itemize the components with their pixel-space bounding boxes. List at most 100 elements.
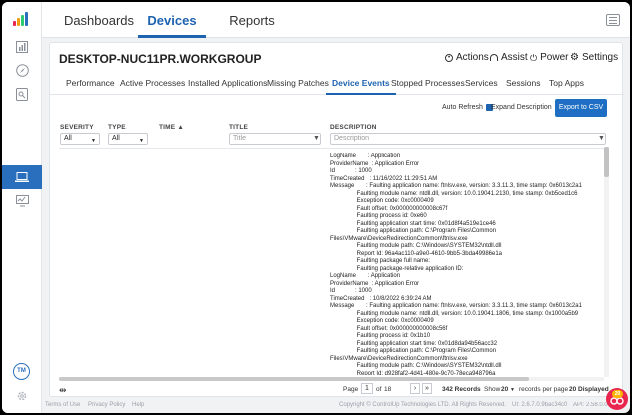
description-line: Files\VMware\DeviceRedirectionCommon\ftn… (330, 235, 468, 242)
title-filter-input[interactable]: Title (229, 133, 321, 145)
description-line: Faulting module name: ntdll.dll, version… (330, 190, 578, 197)
page-label: Page (343, 386, 359, 393)
assist-button[interactable]: Assist (490, 52, 528, 63)
description-line: Faulting application start time: 0x01d8f… (330, 220, 496, 227)
horizontal-scroll-thumb[interactable] (59, 377, 529, 381)
controlup-logo-icon[interactable] (13, 12, 31, 26)
chevron-down-icon: ▼ (510, 387, 515, 393)
page-number-input[interactable]: 1 (361, 383, 373, 394)
last-page-button[interactable]: » (422, 383, 432, 394)
column-fit-icon[interactable]: ⇹ (59, 384, 67, 396)
help-link[interactable]: Help (132, 402, 144, 408)
settings-gear-icon: ⚙ (570, 51, 579, 63)
auto-refresh-toggle[interactable]: Auto Refresh (442, 104, 493, 111)
description-line: ProviderName : Application Error (330, 280, 420, 287)
dropdown-arrow-icon: ▼ (139, 138, 144, 144)
report-icon[interactable] (14, 86, 30, 102)
actions-label: Actions (456, 52, 489, 63)
column-severity[interactable]: SEVERITY (60, 124, 94, 131)
settings-button[interactable]: ⚙ Settings (570, 52, 618, 63)
copyright-text: Copyright © ControlUp Technologies LTD. … (339, 402, 506, 408)
type-filter-select[interactable]: All ▼ (108, 133, 148, 145)
tab-devices[interactable]: Devices (138, 2, 206, 38)
description-filter-input[interactable]: Description (330, 133, 606, 145)
top-navigation: Dashboards Devices Reports (42, 2, 630, 38)
description-line: Fault offset: 0x000000000008c67f (330, 205, 448, 212)
description-line: Message : Faulting application name: ftn… (330, 183, 582, 189)
compass-icon[interactable] (14, 62, 30, 78)
tab-reports[interactable]: Reports (222, 2, 282, 38)
description-line: Id : 1000 (330, 288, 372, 294)
settings-label: Settings (581, 52, 619, 63)
description-line: Faulting package full name: (330, 258, 431, 264)
subtab-sessions[interactable]: Sessions (506, 71, 541, 95)
device-details-card: DESKTOP-NUC11PR.WORKGROUP • Actions Assi… (49, 42, 624, 397)
vertical-scroll-thumb[interactable] (604, 147, 609, 177)
user-initials: TM (17, 368, 26, 374)
per-page-suffix: records per page (519, 386, 569, 393)
devices-nav-icon[interactable] (2, 165, 42, 189)
type-filter-value: All (112, 135, 120, 142)
per-page-select[interactable]: 20 ▼ (501, 384, 515, 396)
menu-icon[interactable] (606, 14, 620, 26)
description-line: ProviderName : Application Error (330, 160, 420, 167)
title-filter-icon[interactable]: ▼ (313, 135, 320, 142)
description-line: Files\VMware\DeviceRedirectionCommon\ftn… (330, 355, 468, 362)
description-line: Faulting module name: ntdll.dll, version… (330, 310, 579, 317)
description-line: Faulting process id: 0x1b10 (330, 333, 431, 339)
description-line: TimeCreated : 10/8/2022 6:39:24 AM (330, 295, 432, 302)
actions-icon: • (445, 53, 453, 62)
analytics-icon[interactable] (14, 39, 30, 55)
power-button[interactable]: ⏻ Power (530, 52, 568, 63)
column-title[interactable]: TITLE (229, 124, 248, 131)
left-sidebar: TM (2, 2, 42, 413)
description-line: Report Id: 96a4ac110-a9e0-4610-9bb5-3bda… (330, 250, 503, 257)
record-count: 342 Records (442, 386, 481, 393)
expand-description-label: Expand Description (491, 104, 552, 111)
terms-link[interactable]: Terms of Use (45, 402, 80, 408)
app-window: TM Dashboards Devices Reports DESKTOP-NU… (2, 2, 630, 413)
description-line: Faulting application path: C:\Program Fi… (330, 348, 497, 354)
grid-divider (59, 148, 604, 149)
description-filter-icon[interactable]: ▼ (598, 135, 605, 142)
tab-dashboards[interactable]: Dashboards (58, 2, 140, 38)
description-line: Report Id: d928faf2-4d41-480e-9c70-78eca… (330, 370, 496, 376)
subtab-installed-applications[interactable]: Installed Applications (188, 71, 267, 95)
description-line: LogName : Application (330, 273, 401, 279)
subtab-services[interactable]: Services (465, 71, 498, 95)
notification-count: 20 (612, 390, 623, 398)
user-avatar[interactable]: TM (13, 363, 30, 380)
severity-filter-value: All (64, 135, 72, 142)
description-line: Exception code: 0xc0000409 (330, 318, 434, 324)
subtab-active-processes[interactable]: Active Processes (120, 71, 185, 95)
description-line: Exception code: 0xc0000409 (330, 198, 434, 204)
subtab-device-events[interactable]: Device Events (326, 71, 396, 95)
monitor-icon[interactable] (14, 193, 30, 209)
dropdown-arrow-icon: ▼ (91, 138, 96, 144)
next-page-button[interactable]: › (410, 383, 420, 394)
expand-description-toggle[interactable]: Expand Description (491, 104, 562, 111)
of-label: of (376, 386, 382, 393)
power-label: Power (540, 52, 569, 63)
description-line: Fault offset: 0x000000000008c56f (330, 325, 448, 332)
description-line: Faulting module path: C:\Windows\SYSTEM3… (330, 243, 502, 249)
export-csv-button[interactable]: Export to CSV (555, 99, 607, 117)
subtab-top-apps[interactable]: Top Apps (549, 71, 584, 95)
column-time[interactable]: TIME ▲ (159, 124, 184, 131)
column-type[interactable]: TYPE (108, 124, 126, 131)
gear-icon[interactable] (14, 388, 30, 404)
subtab-stopped-processes[interactable]: Stopped Processes (391, 71, 465, 95)
privacy-link[interactable]: Privacy Policy (88, 402, 125, 408)
power-icon: ⏻ (530, 52, 538, 63)
severity-filter-select[interactable]: All ▼ (60, 133, 100, 145)
vertical-scrollbar[interactable] (604, 147, 609, 377)
assist-label: Assist (501, 52, 528, 63)
show-label: Show (484, 386, 501, 393)
subtab-performance[interactable]: Performance (66, 71, 115, 95)
actions-button[interactable]: • Actions (445, 52, 489, 63)
description-line: Faulting process id: 0xe60 (330, 213, 427, 219)
chevron-right-icon: › (413, 385, 417, 392)
column-description[interactable]: DESCRIPTION (330, 124, 377, 131)
footer: Terms of Use Privacy Policy Help Copyrig… (42, 398, 630, 413)
subtab-missing-patches[interactable]: Missing Patches (267, 71, 329, 95)
